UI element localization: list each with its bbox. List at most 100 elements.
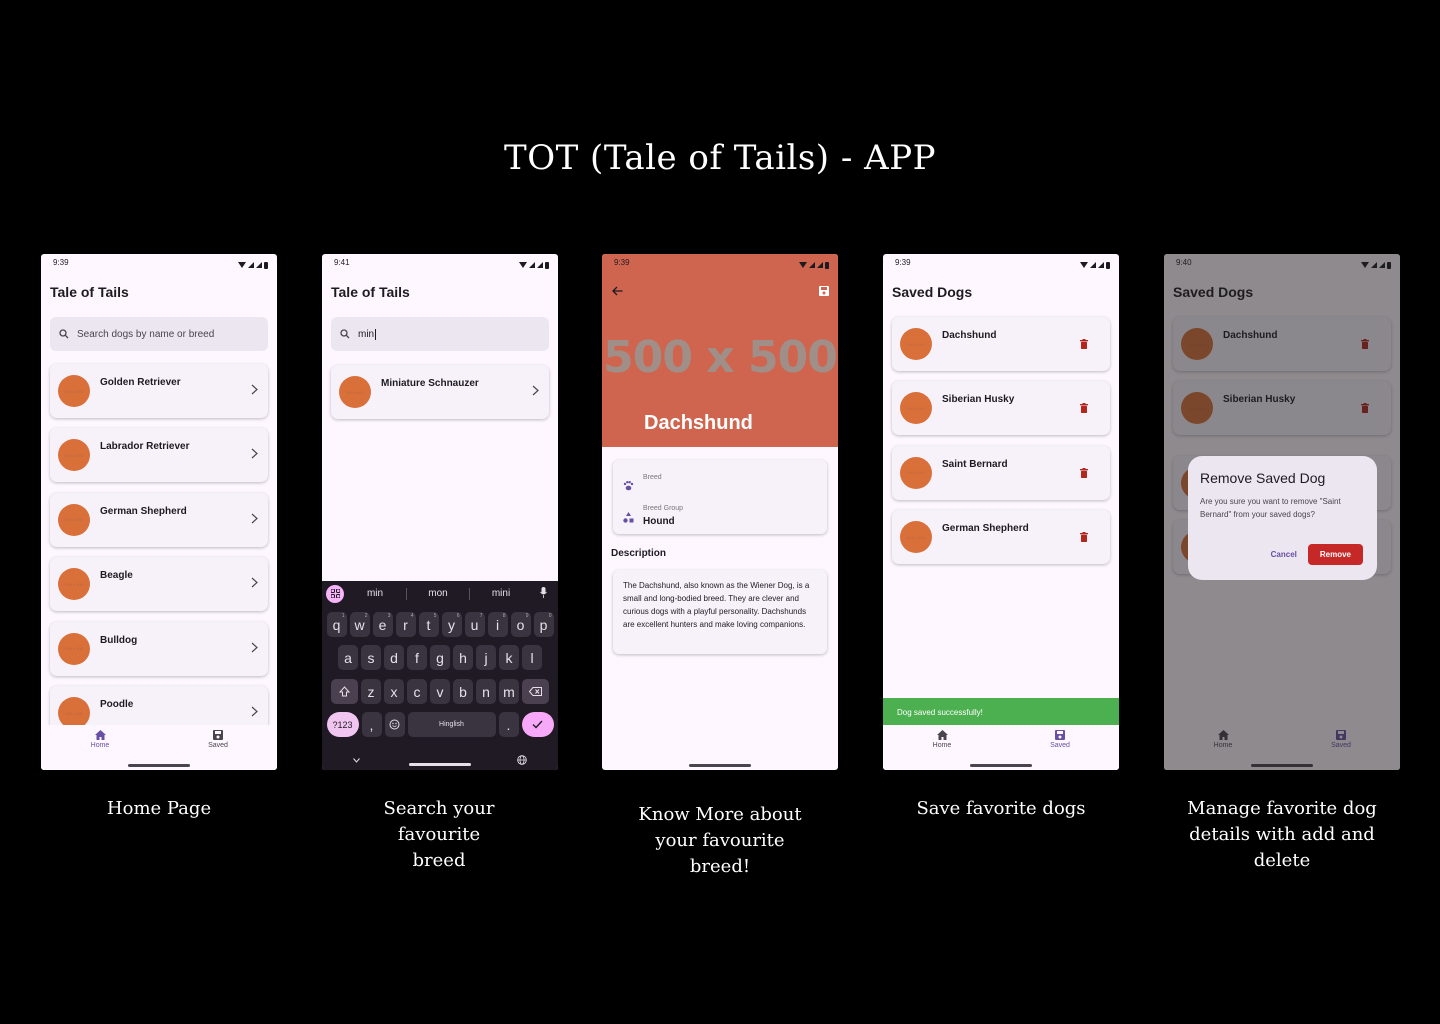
letter-key[interactable]: a <box>338 645 358 670</box>
shift-key[interactable] <box>331 679 358 704</box>
letter-key[interactable]: t5 <box>418 612 439 637</box>
letter-key[interactable]: h <box>453 645 473 670</box>
symbols-key[interactable]: ?123 <box>326 712 359 737</box>
nav-home[interactable]: Home <box>902 730 982 749</box>
category-icon <box>623 512 634 523</box>
letter-key[interactable]: j <box>476 645 496 670</box>
emoji-key[interactable] <box>384 712 405 737</box>
letter-key[interactable]: f <box>407 645 427 670</box>
list-item[interactable]: 500 x 500 Golden Retriever <box>50 364 268 418</box>
nav-saved[interactable]: Saved <box>178 730 258 749</box>
list-item[interactable]: 500 x 500 German Shepherd <box>892 510 1110 565</box>
letter-key[interactable]: z <box>361 679 381 704</box>
back-arrow-icon[interactable] <box>612 286 623 296</box>
search-input[interactable]: min <box>331 317 549 351</box>
nav-saved[interactable]: Saved <box>1020 730 1100 749</box>
search-input[interactable]: Search dogs by name or breed <box>50 317 268 351</box>
letter-key[interactable]: s <box>361 645 381 670</box>
letter-key[interactable]: r4 <box>395 612 416 637</box>
app-title: Saved Dogs <box>892 284 973 300</box>
keyboard: min mon mini q1w2e3r4t5y6u7i8o9p0 asdfgh… <box>322 581 558 770</box>
chevron-right-icon <box>532 385 539 396</box>
dog-avatar: 500 x 500 <box>58 632 90 665</box>
wifi-icon <box>799 262 807 268</box>
list-item[interactable]: 500 x 500 German Shepherd <box>50 492 268 547</box>
letter-key[interactable]: y6 <box>441 612 462 637</box>
remove-dialog: Remove Saved Dog Are you sure you want t… <box>1188 456 1377 580</box>
list-item[interactable]: 500 x 500 Beagle <box>50 557 268 612</box>
letter-key[interactable]: v <box>430 679 450 704</box>
signal-icon <box>537 262 543 268</box>
dog-name: Saint Bernard <box>942 458 1008 470</box>
status-time: 9:39 <box>895 258 911 267</box>
caption-home: Home Page <box>106 798 212 819</box>
suggestion[interactable]: min <box>344 588 406 599</box>
enter-key[interactable] <box>521 712 554 737</box>
suggestion[interactable]: mini <box>470 588 532 599</box>
description-text: The Dachshund, also known as the Wiener … <box>613 570 827 654</box>
cancel-button[interactable]: Cancel <box>1271 550 1297 559</box>
letter-key[interactable]: g <box>430 645 450 670</box>
dialog-body: Are you sure you want to remove "Saint B… <box>1200 497 1341 519</box>
breed-group-label: Breed Group <box>643 505 684 512</box>
bottom-nav: Home Saved <box>41 725 277 770</box>
backspace-key[interactable] <box>522 679 549 704</box>
dog-name: Labrador Retriever <box>100 441 190 453</box>
save-icon[interactable] <box>819 286 829 296</box>
dog-name: Siberian Husky <box>942 394 1015 406</box>
nav-home[interactable]: Home <box>60 730 140 749</box>
wifi-icon <box>519 262 527 268</box>
caption-saved: Save favorite dogs <box>916 798 1086 819</box>
list-item[interactable]: 500 x 500 Bulldog <box>50 621 268 676</box>
chevron-right-icon <box>251 577 258 588</box>
letter-key[interactable]: l <box>522 645 542 670</box>
letter-key[interactable]: i8 <box>487 612 508 637</box>
delete-icon[interactable] <box>1080 339 1088 349</box>
letter-key[interactable]: k <box>499 645 519 670</box>
letter-key[interactable]: c <box>407 679 427 704</box>
list-item[interactable]: 500 x 500 Saint Bernard <box>892 445 1110 500</box>
dog-name: Dachshund <box>942 330 997 341</box>
caption-search: Search your favourite breed <box>383 798 495 871</box>
letter-key[interactable]: p0 <box>533 612 554 637</box>
period-key[interactable]: . <box>498 712 519 737</box>
dog-name: Poodle <box>100 699 134 710</box>
caption-manage: Manage favorite dog details with add and… <box>1187 798 1377 871</box>
list-item[interactable]: 500 x 500 Miniature Schnauzer <box>331 365 549 419</box>
list-item[interactable]: 500 x 500 Siberian Husky <box>892 381 1110 436</box>
letter-key[interactable]: d <box>384 645 404 670</box>
suggestion[interactable]: mon <box>407 588 469 599</box>
signal-icon <box>256 262 262 268</box>
mic-icon[interactable] <box>532 585 554 603</box>
key-row-2: asdfghjkl <box>322 645 558 670</box>
list-item[interactable]: 500 x 500 Dachshund <box>892 317 1110 371</box>
letter-key[interactable]: n <box>476 679 496 704</box>
letter-key[interactable]: u7 <box>464 612 485 637</box>
signal-icon <box>809 262 815 268</box>
letter-key[interactable]: o9 <box>510 612 531 637</box>
delete-icon[interactable] <box>1080 403 1088 414</box>
dog-avatar: 500 x 500 <box>58 375 90 407</box>
remove-button[interactable]: Remove <box>1307 544 1363 565</box>
list-item[interactable]: 500 x 500 Labrador Retriever <box>50 428 268 483</box>
comma-key[interactable]: , <box>361 712 382 737</box>
chevron-right-icon <box>251 384 258 395</box>
letter-key[interactable]: w2 <box>349 612 370 637</box>
wifi-icon <box>238 262 246 268</box>
letter-key[interactable]: m <box>499 679 519 704</box>
letter-key[interactable]: b <box>453 679 473 704</box>
description-title: Description <box>611 548 667 559</box>
letter-key[interactable]: x <box>384 679 404 704</box>
chevron-down-icon[interactable] <box>353 758 360 763</box>
letter-key[interactable]: q1 <box>326 612 347 637</box>
delete-icon[interactable] <box>1080 532 1088 543</box>
globe-icon[interactable] <box>517 755 527 765</box>
dog-avatar: 500 x 500 <box>900 521 932 554</box>
dog-name: German Shepherd <box>100 505 187 517</box>
save-icon <box>1055 730 1065 740</box>
letter-key[interactable]: e3 <box>372 612 393 637</box>
space-key[interactable]: Hinglish <box>407 712 496 737</box>
apps-grid-icon[interactable] <box>326 584 344 603</box>
save-icon <box>213 730 223 740</box>
delete-icon[interactable] <box>1080 467 1088 478</box>
